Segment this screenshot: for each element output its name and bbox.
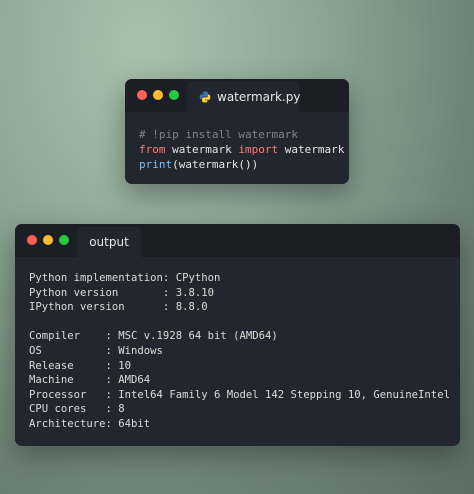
output-line: IPython version : 8.8.0 [29, 301, 208, 314]
code-line: # !pip install watermark [139, 127, 344, 142]
window-controls [27, 235, 69, 245]
code-line: from watermark import watermark [139, 142, 344, 157]
output-text: Python implementation: CPython Python ver… [29, 271, 450, 432]
python-logo-icon [199, 91, 211, 103]
output-line: Machine : AMD64 [29, 374, 151, 387]
code-token: # !pip install watermark [139, 128, 298, 141]
maximize-dot-icon[interactable] [169, 90, 179, 100]
output-line: Python implementation: CPython [29, 272, 221, 284]
code-token: (watermark()) [172, 158, 259, 171]
output-line: CPU cores : 8 [29, 403, 125, 416]
code-token: watermark [165, 143, 239, 156]
output-line: Architecture: 64bit [29, 417, 151, 430]
minimize-dot-icon[interactable] [43, 235, 53, 245]
tab-output[interactable]: output [77, 227, 141, 257]
tab-watermark-py[interactable]: watermark.py [187, 82, 301, 112]
window-controls [137, 90, 179, 100]
close-dot-icon[interactable] [27, 235, 37, 245]
maximize-dot-icon[interactable] [59, 235, 69, 245]
code-line: print(watermark()) [139, 157, 344, 172]
output-line: Python version : 3.8.10 [29, 286, 214, 299]
minimize-dot-icon[interactable] [153, 90, 163, 100]
output-line: Compiler : MSC v.1928 64 bit (AMD64) [29, 330, 278, 343]
output-window: output Python implementation: CPython Pyt… [15, 224, 460, 446]
code-editor[interactable]: # !pip install watermark from watermark i… [139, 127, 344, 172]
code-window: watermark.py # !pip install watermark fro… [125, 79, 349, 184]
code-window-titlebar: watermark.py [125, 79, 349, 112]
tab-label: output [89, 235, 129, 249]
output-line: OS : Windows [29, 344, 163, 357]
code-token: import [238, 143, 279, 156]
code-token: watermark [278, 143, 345, 156]
output-window-titlebar: output [15, 224, 460, 257]
tab-label: watermark.py [217, 90, 301, 104]
close-dot-icon[interactable] [137, 90, 147, 100]
code-token: from [139, 143, 166, 156]
code-token: print [139, 158, 173, 171]
output-line: Release : 10 [29, 359, 132, 372]
output-line: Processor : Intel64 Family 6 Model 142 S… [29, 388, 450, 401]
